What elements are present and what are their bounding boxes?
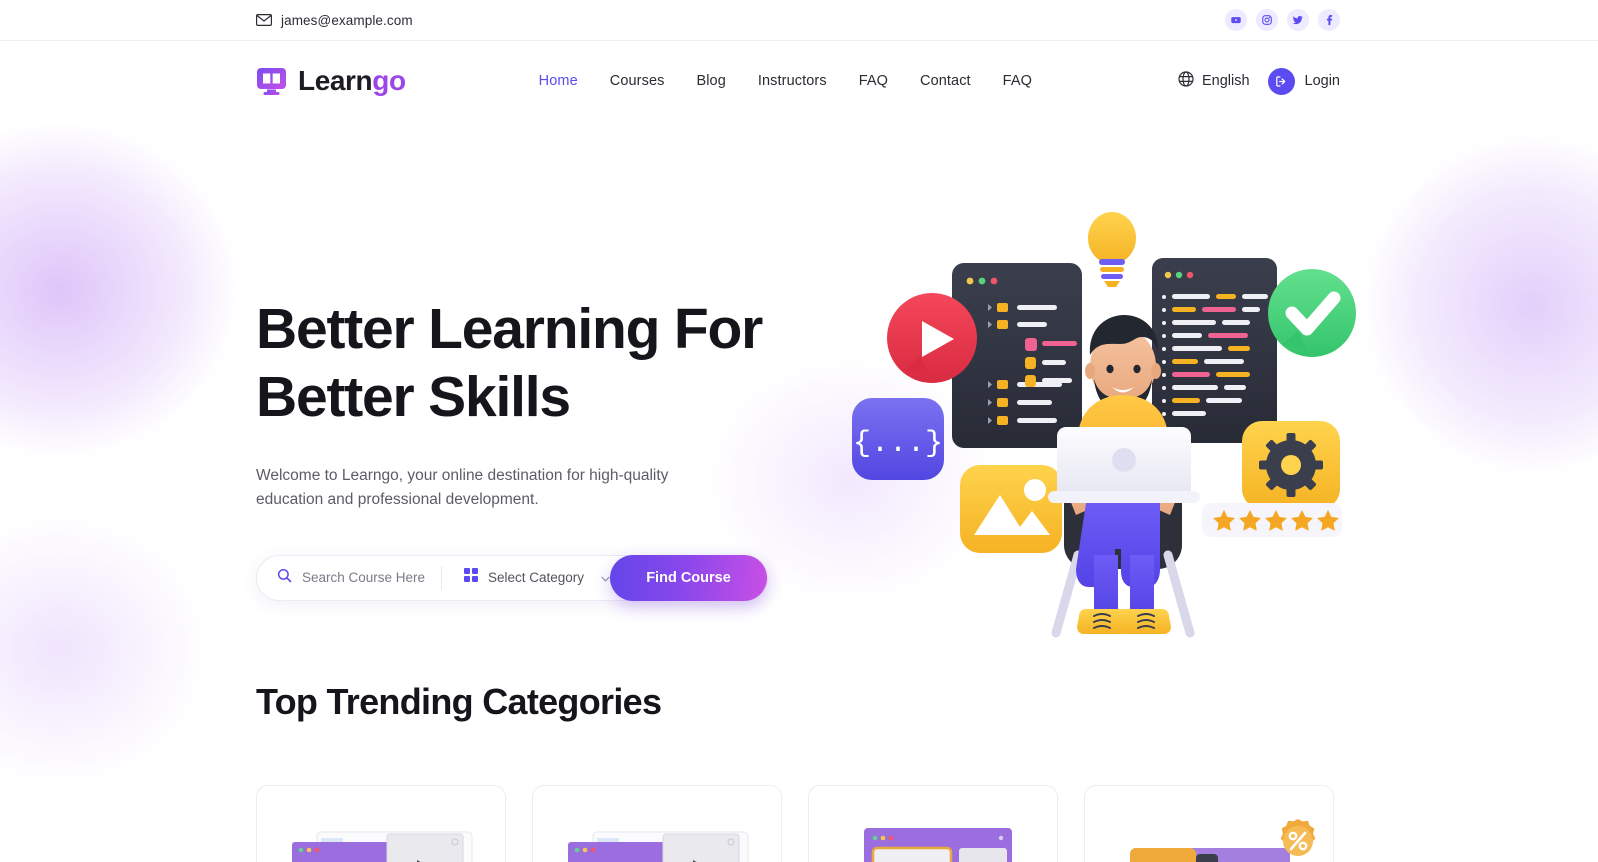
category-card-video-course[interactable] xyxy=(256,785,506,862)
contact-email[interactable]: james@example.com xyxy=(256,13,413,28)
category-dropdown[interactable]: Select Category xyxy=(442,568,610,587)
youtube-icon[interactable] xyxy=(1225,9,1247,31)
hero-title: Better Learning For Better Skills xyxy=(256,295,796,432)
trending-categories-section: Top Trending Categories xyxy=(0,681,1598,862)
login-label: Login xyxy=(1304,73,1340,89)
social-links xyxy=(1225,9,1340,31)
gear-tile-icon xyxy=(1242,421,1340,509)
find-course-button[interactable]: Find Course xyxy=(610,554,767,601)
logo-text-accent: go xyxy=(372,65,406,96)
logo-text: Learngo xyxy=(298,67,406,95)
facebook-icon[interactable] xyxy=(1318,9,1340,31)
code-braces-tile: {...} xyxy=(852,398,944,480)
nav-item-instructors[interactable]: Instructors xyxy=(758,73,827,89)
hero-illustration: {...} xyxy=(842,203,1382,673)
nav-item-home[interactable]: Home xyxy=(539,73,578,89)
section-title: Top Trending Categories xyxy=(256,681,662,722)
instagram-icon[interactable] xyxy=(1256,9,1278,31)
svg-text:{...}: {...} xyxy=(853,427,943,461)
course-search-bar: Search Course Here Select Category Find … xyxy=(256,554,768,601)
category-card-list xyxy=(256,785,1598,862)
hero-content: Better Learning For Better Skills Welcom… xyxy=(256,203,796,601)
chevron-down-icon xyxy=(601,569,610,587)
category-card-discount[interactable] xyxy=(1084,785,1334,862)
site-header: Learngo Home Courses Blog Instructors FA… xyxy=(0,41,1598,121)
nav-item-blog[interactable]: Blog xyxy=(696,73,725,89)
login-arrow-icon xyxy=(1267,67,1295,95)
nav-item-faq[interactable]: FAQ xyxy=(859,73,888,89)
hero-title-line1: Better Learning For xyxy=(256,297,763,361)
category-card-presentation[interactable] xyxy=(808,785,1058,862)
nav-item-contact[interactable]: Contact xyxy=(920,73,971,89)
code-window-right xyxy=(1152,258,1277,443)
globe-icon xyxy=(1178,70,1194,92)
logo[interactable]: Learngo xyxy=(256,66,406,97)
image-tile-icon xyxy=(960,465,1062,553)
nav-item-faq-2[interactable]: FAQ xyxy=(1003,73,1032,89)
language-label: English xyxy=(1201,73,1250,89)
star-rating-badge xyxy=(1202,503,1342,537)
header-actions: English Login xyxy=(1178,67,1340,95)
logo-text-primary: Learn xyxy=(298,65,373,96)
login-button[interactable]: Login xyxy=(1267,67,1340,95)
hero-subtitle: Welcome to Learngo, your online destinat… xyxy=(256,466,669,509)
category-card-video-lesson[interactable] xyxy=(532,785,782,862)
mail-icon xyxy=(256,14,272,26)
nav-item-courses[interactable]: Courses xyxy=(610,73,665,89)
search-input-placeholder: Search Course Here xyxy=(302,570,426,586)
search-icon xyxy=(277,568,292,588)
book-monitor-icon xyxy=(256,66,287,97)
search-input[interactable]: Search Course Here xyxy=(277,568,441,588)
twitter-icon[interactable] xyxy=(1287,9,1309,31)
hero-title-line2: Better Skills xyxy=(256,365,571,430)
lightbulb-icon xyxy=(1088,212,1136,287)
check-bubble-icon xyxy=(1268,269,1356,357)
play-bubble-icon xyxy=(887,293,977,383)
language-selector[interactable]: English xyxy=(1178,70,1250,92)
contact-email-label: james@example.com xyxy=(281,12,413,28)
main-navigation: Home Courses Blog Instructors FAQ Contac… xyxy=(539,73,1032,89)
category-dropdown-label: Select Category xyxy=(487,570,584,586)
hero-section: Better Learning For Better Skills Welcom… xyxy=(0,121,1598,681)
grid-icon xyxy=(463,568,478,587)
top-utility-bar: james@example.com xyxy=(0,0,1598,41)
